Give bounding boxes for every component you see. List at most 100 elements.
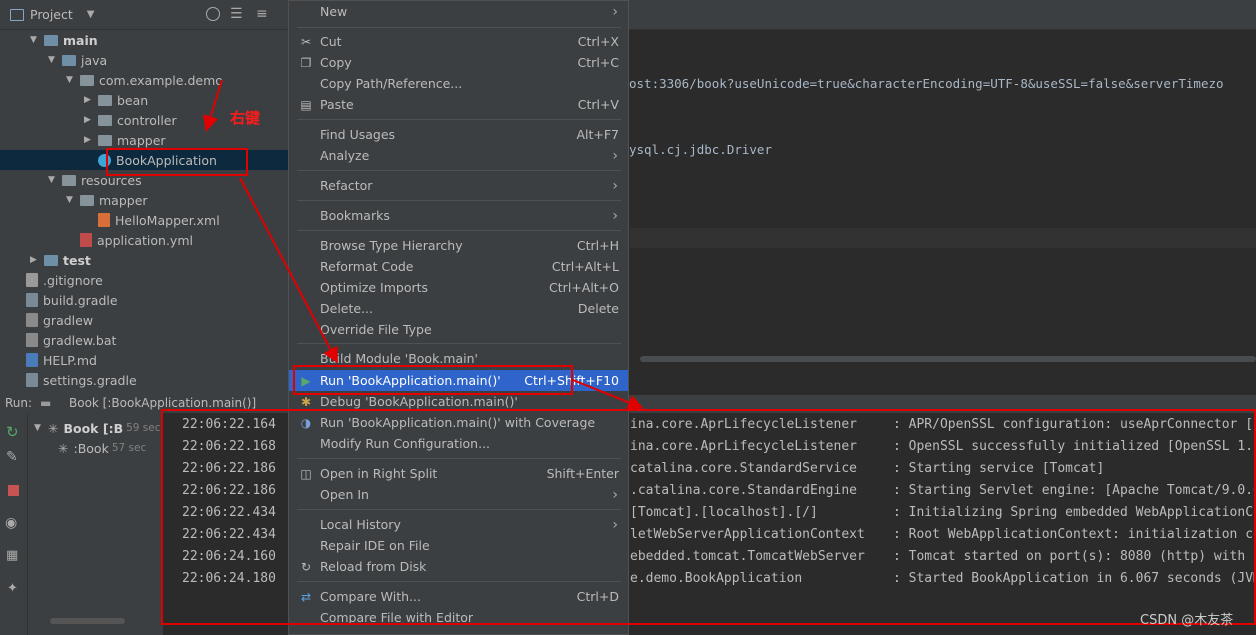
eye-icon[interactable]: ◉ xyxy=(5,515,17,531)
tree-item[interactable]: HELP.md xyxy=(0,350,97,370)
chevron-right-icon: › xyxy=(612,177,618,194)
tree-item[interactable]: ▼ mapper xyxy=(0,190,148,210)
run-tree-scrollbar[interactable] xyxy=(50,618,125,624)
editor-horizontal-scrollbar[interactable] xyxy=(640,356,1256,362)
debug-icon: ✱ xyxy=(300,394,312,409)
menu-item-shortcut: Ctrl+X xyxy=(577,34,619,49)
current-line-highlight xyxy=(630,228,1256,248)
project-view-icon[interactable] xyxy=(10,8,24,21)
menu-separator xyxy=(297,230,621,231)
tree-item[interactable]: ▶ mapper xyxy=(0,130,166,150)
chevron-down-icon[interactable]: ▼ xyxy=(48,175,62,185)
tree-item[interactable]: gradlew.bat xyxy=(0,330,116,350)
tree-item[interactable]: .gitignore xyxy=(0,270,103,290)
chevron-right-icon[interactable]: ▶ xyxy=(84,115,98,125)
menu-item[interactable]: ▤ Paste Ctrl+V xyxy=(289,94,628,115)
menu-item-label: Optimize Imports xyxy=(320,280,429,295)
tree-item-label: application.yml xyxy=(97,232,193,248)
menu-item-shortcut: Ctrl+C xyxy=(577,55,619,70)
chevron-right-icon[interactable]: ▶ xyxy=(84,95,98,105)
file-file-icon xyxy=(26,313,38,327)
menu-item[interactable]: Copy Path/Reference... xyxy=(289,73,628,94)
run-tree-name: Book [:B xyxy=(63,420,124,436)
run-tab[interactable]: Book [:BookApplication.main()] xyxy=(69,396,256,410)
tree-item-label: settings.gradle xyxy=(43,372,137,388)
xml-file-icon xyxy=(98,213,110,227)
watermark: CSDN @木友茶 xyxy=(1140,613,1234,628)
run-toolbar: ↻ ✎ ◉ ▦ ✦ xyxy=(0,413,28,635)
menu-item[interactable]: Refactor › xyxy=(289,175,628,196)
run-tree-item[interactable]: ✳:Book 57 sec xyxy=(58,438,146,458)
tree-item[interactable]: gradlew xyxy=(0,310,93,330)
chevron-down-icon[interactable]: ▼ xyxy=(87,9,95,20)
run-tree-name: :Book xyxy=(73,440,109,456)
rerun-icon[interactable]: ↻ xyxy=(6,423,19,441)
annotation-right-click: 右键 xyxy=(230,109,261,127)
tree-item[interactable]: application.yml xyxy=(0,230,193,250)
annotation-box-run xyxy=(293,365,573,395)
tree-item[interactable]: ▶ controller xyxy=(0,110,177,130)
collapse-all-icon[interactable]: ≡ xyxy=(256,7,272,23)
project-toolbar: Project ▼ ☰ ≡ xyxy=(0,0,288,30)
menu-item-label: Analyze xyxy=(320,148,370,163)
project-panel: Project ▼ ☰ ≡ ▼ main ▼ java ▼ com.example.dem… xyxy=(0,0,288,395)
chevron-down-icon[interactable]: ▼ xyxy=(48,55,62,65)
chevron-down-icon[interactable]: ▼ xyxy=(34,423,48,433)
tree-item[interactable]: ▼ java xyxy=(0,50,107,70)
tree-item-label: bean xyxy=(117,92,149,108)
project-title[interactable]: Project xyxy=(30,7,73,22)
menu-item-shortcut: Ctrl+Alt+L xyxy=(551,259,619,274)
menu-item-shortcut: Ctrl+Alt+O xyxy=(549,280,619,295)
chevron-down-icon[interactable]: ▼ xyxy=(66,75,80,85)
spinner-icon: ✳ xyxy=(48,420,59,436)
layout-icon[interactable]: ▦ xyxy=(6,548,18,563)
tree-item-label: HelloMapper.xml xyxy=(115,212,220,228)
pin-icon[interactable]: ✦ xyxy=(7,581,18,596)
chevron-down-icon[interactable]: ▼ xyxy=(66,195,80,205)
tree-item[interactable]: ▶ test xyxy=(0,250,91,270)
run-tree-item[interactable]: ▼ ✳ Book [:B 59 sec xyxy=(34,418,161,438)
tree-item[interactable]: ▼ main xyxy=(0,30,98,50)
chevron-right-icon[interactable]: ▶ xyxy=(30,255,44,265)
menu-item[interactable]: Optimize Imports Ctrl+Alt+O xyxy=(289,277,628,298)
tree-item[interactable]: build.gradle xyxy=(0,290,118,310)
menu-separator xyxy=(297,170,621,171)
chevron-down-icon[interactable]: ▼ xyxy=(30,35,44,45)
menu-item-label: Delete... xyxy=(320,301,373,316)
tree-item-label: com.example.demo xyxy=(99,72,223,88)
menu-item[interactable]: Override File Type xyxy=(289,319,628,340)
chevron-right-icon: › xyxy=(612,147,618,164)
tree-item-label: java xyxy=(81,52,108,68)
folder-icon xyxy=(98,94,112,106)
code-line: ysql.cj.jdbc.Driver xyxy=(629,142,772,157)
menu-item[interactable]: ❐ Copy Ctrl+C xyxy=(289,52,628,73)
stop-icon[interactable] xyxy=(8,485,19,496)
file-file-icon xyxy=(26,333,38,347)
menu-item[interactable]: Analyze › xyxy=(289,145,628,166)
run-tree-time: 57 sec xyxy=(111,442,147,454)
expand-all-icon[interactable]: ☰ xyxy=(230,7,246,23)
scissors-icon: ✂ xyxy=(300,34,312,49)
chevron-right-icon[interactable]: ▶ xyxy=(84,135,98,145)
tree-item[interactable]: settings.gradle xyxy=(0,370,137,390)
tree-item[interactable]: HelloMapper.xml xyxy=(0,210,220,230)
wrench-icon[interactable]: ✎ xyxy=(6,449,18,465)
menu-item[interactable]: New › xyxy=(289,1,628,22)
menu-item[interactable]: Browse Type Hierarchy Ctrl+H xyxy=(289,235,628,256)
menu-item-label: Reformat Code xyxy=(320,259,414,274)
tree-item[interactable]: ▼ com.example.demo xyxy=(0,70,223,90)
menu-item-shortcut: Ctrl+V xyxy=(577,97,619,112)
annotation-box-console xyxy=(161,409,1256,625)
paste-icon: ▤ xyxy=(300,97,312,112)
menu-item-label: Paste xyxy=(320,97,354,112)
menu-item[interactable]: Delete... Delete xyxy=(289,298,628,319)
menu-item[interactable]: ✂ Cut Ctrl+X xyxy=(289,31,628,52)
menu-item[interactable]: Bookmarks › xyxy=(289,205,628,226)
locate-icon[interactable] xyxy=(206,7,220,21)
git-file-icon xyxy=(26,273,38,287)
menu-item[interactable]: Reformat Code Ctrl+Alt+L xyxy=(289,256,628,277)
tree-item[interactable]: ▶ bean xyxy=(0,90,148,110)
run-label: Run: xyxy=(5,396,33,410)
tree-item-label: build.gradle xyxy=(43,292,118,308)
menu-item[interactable]: Find Usages Alt+F7 xyxy=(289,124,628,145)
